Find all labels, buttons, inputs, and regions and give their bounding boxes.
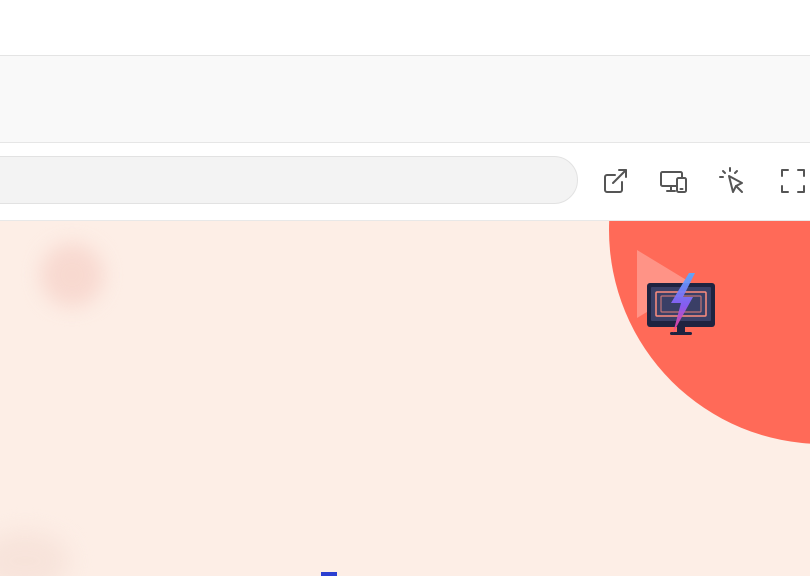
address-bar[interactable] xyxy=(0,156,578,204)
decorative-blur xyxy=(0,531,70,576)
fullscreen-icon[interactable] xyxy=(776,164,810,198)
top-bar xyxy=(0,0,810,56)
decorative-dash xyxy=(321,572,337,576)
browser-preview-window xyxy=(0,0,810,576)
responsive-devices-icon[interactable] xyxy=(657,164,691,198)
url-toolbar xyxy=(0,143,810,221)
open-in-new-window-icon[interactable] xyxy=(598,164,632,198)
click-cursor-icon[interactable] xyxy=(716,164,750,198)
monitor-lightning-logo xyxy=(647,273,715,335)
decorative-blur xyxy=(40,243,104,307)
page-preview xyxy=(0,221,810,576)
tab-area xyxy=(0,56,810,143)
